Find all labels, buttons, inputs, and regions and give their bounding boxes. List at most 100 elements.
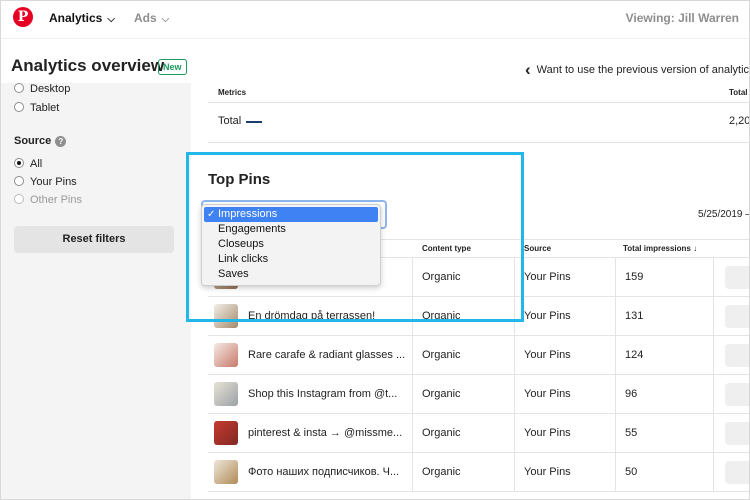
pinterest-logo-icon[interactable]: P — [13, 7, 33, 27]
source-option-all[interactable]: All — [14, 158, 42, 170]
content-type-cell: Organic — [422, 388, 461, 400]
radio-button[interactable] — [14, 83, 24, 93]
dropdown-option[interactable]: Link clicks — [204, 252, 378, 267]
column-divider — [713, 414, 714, 453]
viewing-account[interactable]: Viewing: Jill Warren — [626, 11, 739, 25]
dropdown-option[interactable]: ✓ Impressions — [204, 207, 378, 222]
nav-ads-label: Ads — [134, 11, 157, 25]
metrics-total-row: Total 2,20 — [208, 103, 750, 143]
radio-button[interactable] — [14, 158, 24, 168]
metric-dropdown-menu: ✓ Impressions Engagements Closeups Link clic… — [201, 204, 381, 286]
previous-version-link[interactable]: ‹ Want to use the previous version of ana… — [525, 58, 749, 79]
dropdown-option[interactable]: Engagements — [204, 222, 378, 237]
total-impressions-label: Total impressions — [623, 244, 691, 253]
arrow-down-icon: ↓ — [693, 244, 698, 253]
source-cell: Your Pins — [524, 349, 571, 361]
pin-title[interactable]: Фото наших подписчиков. Ч... — [248, 466, 399, 478]
table-row[interactable]: pinterest & insta → @missme... Organic You… — [208, 414, 749, 453]
column-divider — [615, 453, 616, 492]
top-nav: P Analytics ⌵ Ads ⌵ Viewing: Jill Warren — [1, 1, 749, 39]
table-row[interactable]: Rare carafe & radiant glasses ... Organic… — [208, 336, 749, 375]
radio-button[interactable] — [14, 102, 24, 112]
pin-title[interactable]: pinterest & insta → @missme... — [248, 427, 402, 439]
dropdown-option-label: Closeups — [218, 238, 264, 250]
content-type-cell: Organic — [422, 349, 461, 361]
nav-analytics-menu[interactable]: Analytics ⌵ — [49, 11, 115, 25]
total-value: 2,20 — [729, 115, 750, 127]
source-option-label: Your Pins — [30, 176, 77, 188]
table-row[interactable]: En drömdag på terrassen! Organic Your Pins… — [208, 297, 749, 336]
dropdown-option-label: Saves — [218, 268, 249, 280]
column-divider — [412, 258, 413, 297]
impressions-cell: 131 — [625, 310, 644, 322]
source-heading: Source? — [14, 135, 67, 147]
pin-title[interactable]: Rare carafe & radiant glasses ... — [248, 349, 405, 361]
content-type-header[interactable]: Content type — [422, 244, 471, 253]
column-divider — [615, 336, 616, 375]
row-action-button[interactable] — [725, 344, 749, 367]
row-action-button[interactable] — [725, 266, 749, 289]
column-divider — [412, 453, 413, 492]
column-divider — [412, 336, 413, 375]
radio-button[interactable] — [14, 176, 24, 186]
dropdown-option-label: Impressions — [218, 208, 278, 220]
nav-analytics-label: Analytics — [49, 11, 103, 25]
reset-filters-button[interactable]: Reset filters — [14, 226, 174, 253]
nav-ads-menu[interactable]: Ads ⌵ — [134, 11, 169, 25]
pin-thumbnail[interactable] — [214, 304, 238, 328]
top-pins-title: Top Pins — [208, 171, 271, 188]
series-line-swatch — [246, 121, 262, 123]
dropdown-option[interactable]: Saves — [204, 267, 378, 282]
device-option-label: Desktop — [30, 83, 71, 95]
new-badge: New — [158, 59, 187, 75]
column-divider — [713, 453, 714, 492]
total-column-header: Total — [729, 88, 748, 97]
source-cell: Your Pins — [524, 466, 571, 478]
content-type-cell: Organic — [422, 427, 461, 439]
row-action-button[interactable] — [725, 305, 749, 328]
pin-title[interactable]: En drömdag på terrassen! — [248, 310, 375, 322]
column-divider — [713, 336, 714, 375]
source-option-label: Other Pins — [30, 194, 82, 206]
help-icon[interactable]: ? — [55, 136, 67, 147]
table-row[interactable]: Shop this Instagram from @t... Organic You… — [208, 375, 749, 414]
app-window: P Analytics ⌵ Ads ⌵ Viewing: Jill Warren A… — [0, 0, 750, 500]
device-option-tablet[interactable]: Tablet — [14, 102, 59, 114]
total-impressions-header[interactable]: Total impressions ↓ — [623, 244, 697, 253]
column-divider — [615, 414, 616, 453]
source-cell: Your Pins — [524, 427, 571, 439]
row-action-button[interactable] — [725, 461, 749, 484]
device-option-label: Tablet — [30, 102, 60, 114]
pin-thumbnail[interactable] — [214, 460, 238, 484]
table-row[interactable]: Фото наших подписчиков. Ч... Organic Your … — [208, 453, 749, 492]
column-divider — [615, 258, 616, 297]
column-divider — [514, 375, 515, 414]
date-range: 5/25/2019 – — [698, 209, 750, 220]
row-action-button[interactable] — [725, 383, 749, 406]
column-divider — [514, 453, 515, 492]
pin-thumbnail[interactable] — [214, 421, 238, 445]
pin-thumbnail[interactable] — [214, 343, 238, 367]
dropdown-option-label: Engagements — [218, 223, 286, 235]
impressions-cell: 96 — [625, 388, 638, 400]
column-divider — [514, 336, 515, 375]
column-divider — [412, 297, 413, 336]
check-icon: ✓ — [207, 209, 216, 220]
pin-thumbnail[interactable] — [214, 382, 238, 406]
content-type-cell: Organic — [422, 271, 461, 283]
column-divider — [412, 414, 413, 453]
page-title: Analytics overview — [11, 56, 165, 75]
pin-title[interactable]: Shop this Instagram from @t... — [248, 388, 397, 400]
chevron-left-icon: ‹ — [525, 60, 531, 79]
impressions-cell: 55 — [625, 427, 638, 439]
metrics-column-header: Metrics — [218, 88, 247, 97]
source-option-your-pins[interactable]: Your Pins — [14, 176, 77, 188]
column-divider — [713, 258, 714, 297]
column-divider — [514, 414, 515, 453]
source-option-label: All — [30, 158, 43, 170]
source-cell: Your Pins — [524, 388, 571, 400]
dropdown-option[interactable]: Closeups — [204, 237, 378, 252]
row-action-button[interactable] — [725, 422, 749, 445]
source-header[interactable]: Source — [524, 244, 551, 253]
device-option-desktop[interactable]: Desktop — [14, 83, 70, 95]
